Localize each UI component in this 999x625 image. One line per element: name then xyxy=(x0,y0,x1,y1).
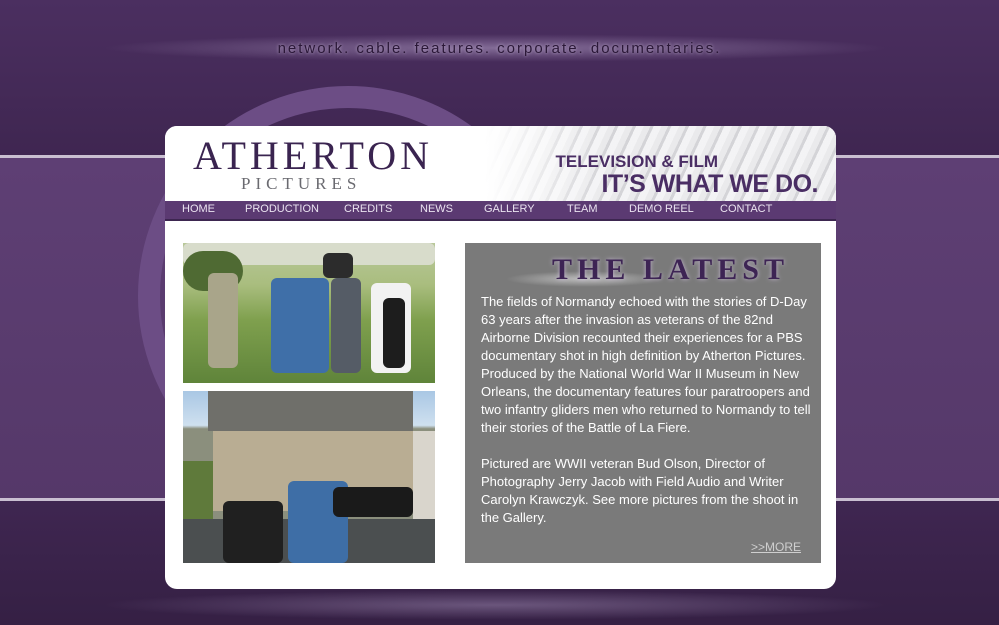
photo-crew-at-farmhouse xyxy=(183,391,435,563)
header-slogan-line2: IT’S WHAT WE DO. xyxy=(601,170,818,198)
latest-paragraph-2: Pictured are WWII veteran Bud Olson, Dir… xyxy=(481,456,799,525)
nav-contact[interactable]: CONTACT xyxy=(720,203,772,215)
photo-film-crew-field xyxy=(183,243,435,383)
header-slogan-line1: TELEVISION & FILM xyxy=(555,152,718,171)
bottom-glow xyxy=(100,590,890,620)
nav-team[interactable]: TEAM xyxy=(567,203,598,215)
more-link[interactable]: >>MORE xyxy=(751,540,801,554)
nav-demo-reel[interactable]: DEMO REEL xyxy=(629,203,694,215)
nav-credits[interactable]: CREDITS xyxy=(344,203,392,215)
nav-production[interactable]: PRODUCTION xyxy=(245,203,319,215)
latest-title: THE LATEST xyxy=(551,253,789,286)
logo-subtitle: PICTURES xyxy=(241,174,362,193)
latest-news-box: THE LATEST The fields of Normandy echoed… xyxy=(465,243,821,563)
nav-home[interactable]: HOME xyxy=(182,203,215,215)
logo-wordmark[interactable]: ATHERTON xyxy=(193,132,433,179)
latest-paragraph-1: The fields of Normandy echoed with the s… xyxy=(481,294,811,435)
site-tagline: network. cable. features. corporate. doc… xyxy=(277,40,722,57)
main-panel: ATHERTON PICTURES TELEVISION & FILM IT’S… xyxy=(165,126,836,589)
latest-body: The fields of Normandy echoed with the s… xyxy=(481,293,811,545)
site-header: ATHERTON PICTURES TELEVISION & FILM IT’S… xyxy=(165,126,836,201)
main-nav: HOME PRODUCTION CREDITS NEWS GALLERY TEA… xyxy=(165,201,836,221)
nav-news[interactable]: NEWS xyxy=(420,203,453,215)
nav-gallery[interactable]: GALLERY xyxy=(484,203,535,215)
